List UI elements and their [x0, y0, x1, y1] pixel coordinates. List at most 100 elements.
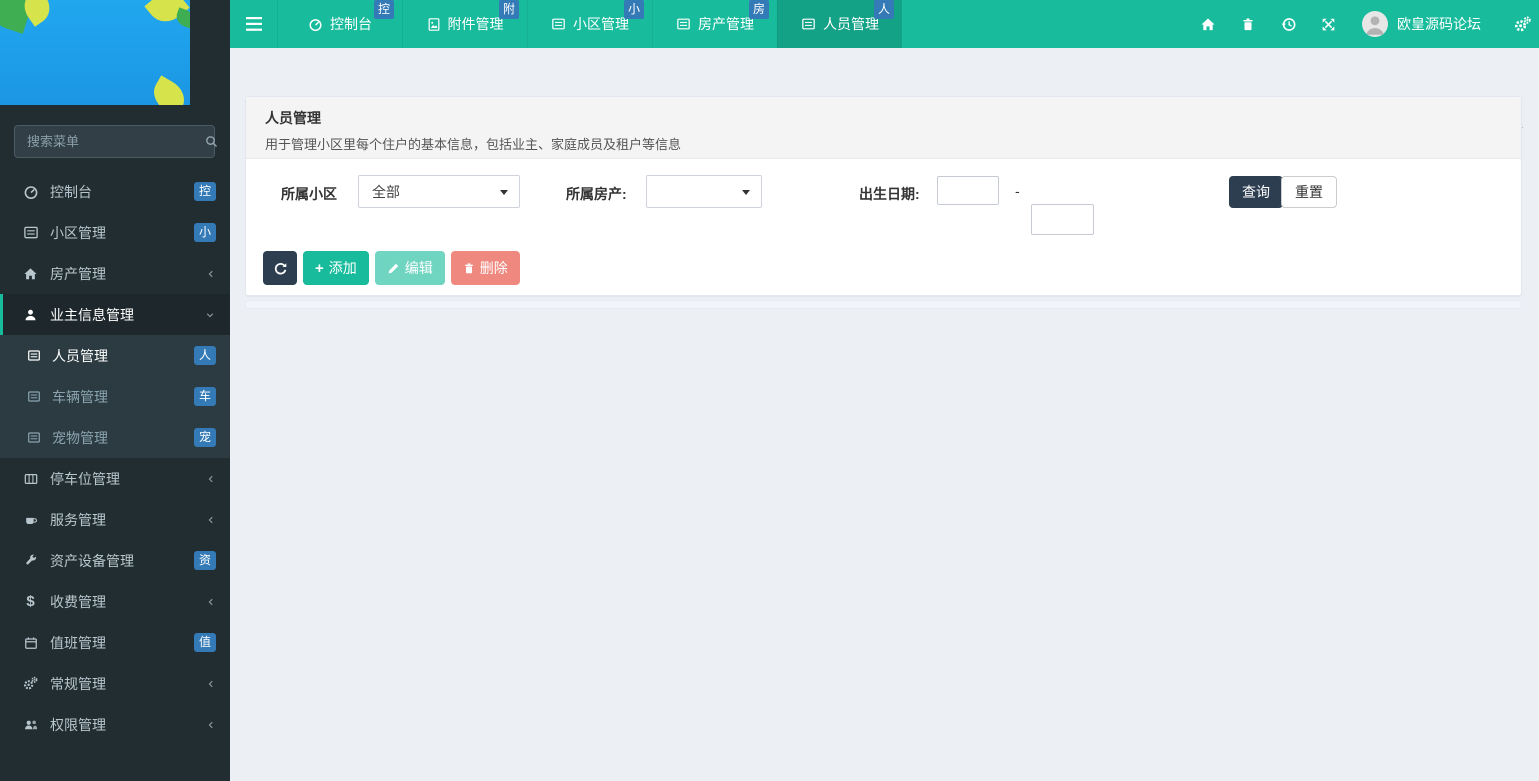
sidebar-item-assets[interactable]: 资产设备管理 资 [0, 540, 230, 581]
calendar-icon [22, 636, 39, 650]
owner-info-submenu: 人员管理 人 车辆管理 车 宠物管理 宠 [0, 335, 230, 458]
menu-badge: 人 [193, 346, 216, 365]
tab-label: 人员管理 [823, 16, 879, 32]
navbar-right: 欧皇源码论坛 [1188, 0, 1539, 48]
menu-badge: 资 [193, 551, 216, 570]
tab-dashboard[interactable]: 控制台 控 [277, 0, 402, 48]
community-select[interactable]: 全部 [358, 175, 520, 208]
property-select[interactable] [646, 175, 762, 208]
reset-button[interactable]: 重置 [1281, 176, 1337, 208]
menu-badge: 控 [193, 182, 216, 201]
refresh-icon [274, 262, 286, 274]
hamburger-icon [245, 17, 262, 31]
navbar-tabs: 控制台 控 附件管理 附 小区管理 小 房产管理 房 人员管理 人 [190, 0, 902, 48]
home-icon[interactable] [1188, 0, 1228, 48]
user-icon [22, 308, 39, 322]
page-title: 人员管理 [265, 110, 321, 126]
sidebar-item-persons[interactable]: 人员管理 人 [0, 335, 230, 376]
sidebar-item-label: 人员管理 [52, 347, 108, 364]
sidebar-item-label: 控制台 [50, 183, 92, 200]
history-icon[interactable] [1268, 0, 1308, 48]
pencil-icon [388, 263, 398, 273]
refresh-button[interactable] [263, 251, 297, 285]
sidebar-item-label: 停车位管理 [50, 470, 120, 487]
add-button-label: 添加 [328, 260, 357, 276]
birthdate-from-input[interactable] [937, 176, 999, 205]
sidebar-item-services[interactable]: 服务管理 [0, 499, 230, 540]
sidebar-item-owner-info[interactable]: 业主信息管理 [0, 294, 230, 335]
list-icon [26, 390, 42, 403]
tab-persons[interactable]: 人员管理 人 [777, 0, 902, 48]
date-range-separator: - [1015, 183, 1020, 199]
tab-label: 附件管理 [447, 16, 504, 32]
delete-button[interactable]: 删除 [450, 251, 520, 285]
sidebar-item-fees[interactable]: $ 收费管理 [0, 581, 230, 622]
chevron-left-icon [206, 719, 216, 731]
sidebar-search [14, 125, 218, 158]
sidebar-item-permissions[interactable]: 权限管理 [0, 704, 230, 745]
sidebar-item-general[interactable]: 常规管理 [0, 663, 230, 704]
list-icon [26, 431, 42, 444]
sidebar-item-label: 小区管理 [50, 224, 106, 241]
main-content: 控制台 业主信息管理 / 人员管理 人员管理 用于管理小区里每个住户的基本信息，… [230, 48, 1539, 781]
add-button[interactable]: + 添加 [303, 251, 369, 285]
birthdate-to-input[interactable] [1031, 204, 1094, 235]
tab-attachments[interactable]: 附件管理 附 [402, 0, 527, 48]
sidebar-item-properties[interactable]: 房产管理 [0, 253, 230, 294]
birthdate-filter-label: 出生日期: [859, 186, 920, 202]
sidebar-item-pets[interactable]: 宠物管理 宠 [0, 417, 230, 458]
sidebar-item-duty[interactable]: 值班管理 值 [0, 622, 230, 663]
tab-badge: 人 [873, 0, 894, 19]
list-icon [676, 17, 691, 31]
list-icon [22, 225, 39, 240]
sidebar-toggle-button[interactable] [230, 0, 277, 48]
panel-body: 所属小区 全部 所属房产: 出生日期: - 查询 重置 + 添加 编辑 删除 [246, 159, 1521, 295]
tab-communities[interactable]: 小区管理 小 [527, 0, 652, 48]
query-button[interactable]: 查询 [1229, 176, 1283, 208]
tab-badge: 小 [623, 0, 644, 19]
plus-icon: + [315, 259, 324, 277]
panel-header: 人员管理 用于管理小区里每个住户的基本信息，包括业主、家庭成员及租户等信息 [246, 97, 1521, 159]
parking-icon [22, 472, 39, 486]
cogs-icon [22, 676, 39, 691]
username[interactable]: 欧皇源码论坛 [1397, 14, 1481, 34]
menu-badge: 值 [193, 633, 216, 652]
sidebar-item-label: 服务管理 [50, 511, 106, 528]
search-icon[interactable] [205, 135, 218, 148]
sidebar-item-label: 值班管理 [50, 634, 106, 651]
empty-panel-strip [245, 300, 1522, 309]
chevron-left-icon [206, 596, 216, 608]
menu-badge: 小 [193, 223, 216, 242]
community-filter-label: 所属小区 [281, 186, 337, 202]
cogs-icon[interactable] [1505, 0, 1539, 48]
sidebar-item-communities[interactable]: 小区管理 小 [0, 212, 230, 253]
file-image-icon [427, 17, 441, 32]
sidebar: 控制台 控 小区管理 小 房产管理 业主信息管理 人员管理 人 [0, 0, 230, 781]
persons-panel: 人员管理 用于管理小区里每个住户的基本信息，包括业主、家庭成员及租户等信息 所属… [245, 96, 1522, 296]
app-logo[interactable] [0, 0, 190, 105]
sidebar-item-label: 收费管理 [50, 593, 106, 610]
sidebar-item-vehicles[interactable]: 车辆管理 车 [0, 376, 230, 417]
sidebar-item-label: 业主信息管理 [50, 306, 134, 323]
dashboard-icon [22, 184, 39, 200]
dashboard-icon [308, 17, 323, 32]
page-description: 用于管理小区里每个住户的基本信息，包括业主、家庭成员及租户等信息 [265, 137, 682, 152]
sidebar-item-label: 权限管理 [50, 716, 106, 733]
top-navbar: 控制台 控 附件管理 附 小区管理 小 房产管理 房 人员管理 人 欧皇源码论坛 [190, 0, 1539, 48]
sidebar-item-dashboard[interactable]: 控制台 控 [0, 171, 230, 212]
home-icon [22, 267, 39, 281]
trash-icon[interactable] [1228, 0, 1268, 48]
chevron-left-icon [206, 268, 216, 280]
edit-button[interactable]: 编辑 [374, 251, 445, 285]
sidebar-item-label: 资产设备管理 [50, 552, 134, 569]
search-input[interactable] [25, 133, 205, 150]
sidebar-item-parking[interactable]: 停车位管理 [0, 458, 230, 499]
sidebar-item-label: 常规管理 [50, 675, 106, 692]
user-avatar[interactable] [1362, 11, 1388, 37]
tab-properties[interactable]: 房产管理 房 [652, 0, 777, 48]
property-filter-label: 所属房产: [566, 186, 627, 202]
chevron-left-icon [206, 678, 216, 690]
fullscreen-icon[interactable] [1308, 0, 1348, 48]
sidebar-item-label: 车辆管理 [52, 388, 108, 405]
menu-badge: 车 [193, 387, 216, 406]
